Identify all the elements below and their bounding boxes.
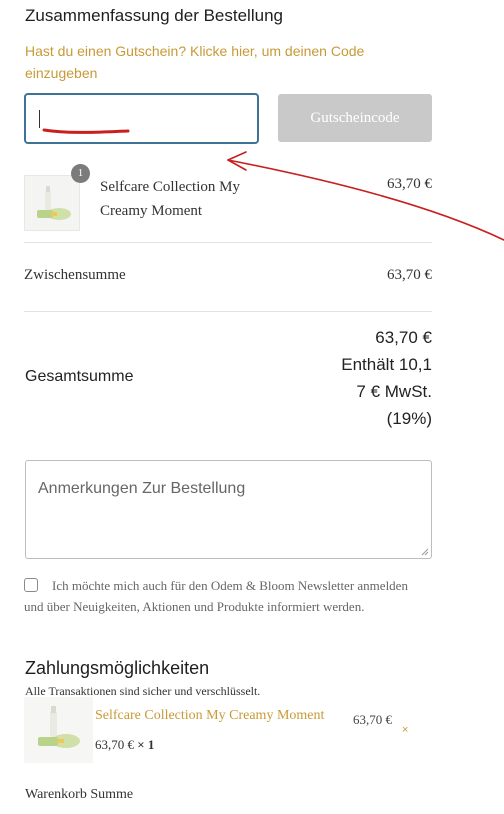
- product-image: [24, 697, 93, 763]
- mini-cart-product-link[interactable]: Selfcare Collection My Creamy Moment: [95, 708, 324, 724]
- arrow-line: [227, 159, 504, 241]
- product-image: [25, 176, 79, 230]
- mini-cart-price: 63,70 €: [353, 712, 392, 727]
- mini-cart-line-price: 63,70 €: [95, 737, 134, 752]
- total-amount: 63,70 €: [375, 328, 432, 347]
- product-thumbnail: [24, 175, 80, 231]
- divider: [24, 242, 432, 243]
- order-summary-title: Zusammenfassung der Bestellung: [25, 6, 283, 25]
- apply-coupon-button[interactable]: Gutscheincode: [278, 94, 432, 142]
- mini-cart-thumbnail: [24, 697, 93, 763]
- total-value-block: 63,70 € Enthält 10,1 7 € MwSt. (19%): [322, 324, 432, 432]
- subtotal-value: 63,70 €: [387, 267, 432, 283]
- newsletter-label: Ich möchte mich auch für den Odem & Bloo…: [24, 578, 408, 614]
- text-caret: [39, 110, 40, 128]
- arrow-head: [227, 151, 247, 171]
- tax-note-line: Enthält 10,1: [341, 355, 432, 374]
- order-notes-textarea[interactable]: Anmerkungen Zur Bestellung: [25, 460, 432, 559]
- product-price: 63,70 €: [387, 176, 432, 192]
- coupon-prompt-link[interactable]: Hast du einen Gutschein? Klicke hier, um…: [25, 40, 425, 84]
- tax-note-line: 7 € MwSt.: [356, 382, 432, 401]
- order-notes-placeholder: Anmerkungen Zur Bestellung: [38, 480, 246, 497]
- mini-cart-line: 63,70 € × 1: [95, 737, 154, 753]
- divider: [24, 311, 432, 312]
- quantity-badge: 1: [71, 164, 90, 183]
- remove-item-icon[interactable]: ×: [402, 724, 408, 736]
- product-name: Selfcare Collection My Creamy Moment: [100, 179, 240, 219]
- coupon-code-input[interactable]: [24, 93, 259, 144]
- mini-cart-line-qty: × 1: [137, 737, 155, 752]
- payment-options-title: Zahlungsmöglichkeiten: [25, 658, 210, 678]
- subtotal-label: Zwischensumme: [24, 267, 126, 283]
- resize-grip-icon[interactable]: [421, 548, 429, 556]
- total-label: Gesamtsumme: [25, 368, 134, 385]
- cart-total-label: Warenkorb Summe: [25, 787, 134, 802]
- tax-rate: (19%): [386, 409, 432, 428]
